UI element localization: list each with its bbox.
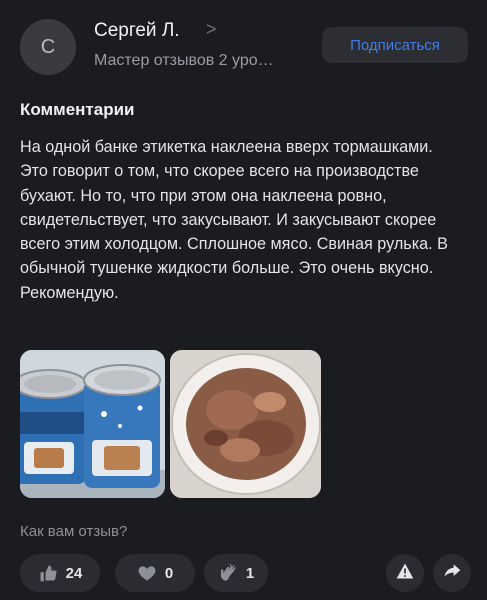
follow-button[interactable]: Подписаться	[322, 27, 468, 63]
share-icon	[442, 561, 462, 586]
avatar[interactable]: С	[20, 19, 76, 75]
meat-plate-illustration	[170, 350, 321, 498]
meat-plate-photo[interactable]	[170, 350, 321, 498]
author-subtitle: Мастер отзывов 2 уро…	[94, 52, 274, 69]
review-question: Как вам отзыв?	[20, 523, 128, 540]
warning-icon	[395, 561, 415, 586]
heart-button[interactable]: 0	[115, 554, 195, 592]
comment-text: На одной банке этикетка наклеена вверх т…	[20, 138, 448, 302]
report-button[interactable]	[386, 554, 424, 592]
review-header: С Сергей Л. > Мастер отзывов 2 уро… Подп…	[0, 0, 487, 90]
thumbs-up-icon	[38, 563, 58, 583]
clap-icon	[218, 563, 238, 583]
section-title: Комментарии	[20, 100, 135, 119]
share-button[interactable]	[433, 554, 471, 592]
like-button[interactable]: 24	[20, 554, 100, 592]
heart-icon	[137, 563, 157, 583]
like-count: 24	[65, 564, 83, 582]
chevron-right-icon[interactable]: >	[206, 19, 217, 40]
canned-meat-photo[interactable]	[20, 350, 165, 498]
clap-count: 1	[245, 564, 255, 582]
clap-button[interactable]: 1	[204, 554, 268, 592]
author-name[interactable]: Сергей Л.	[94, 20, 180, 42]
heart-count: 0	[164, 564, 174, 582]
canned-meat-illustration	[20, 350, 165, 498]
